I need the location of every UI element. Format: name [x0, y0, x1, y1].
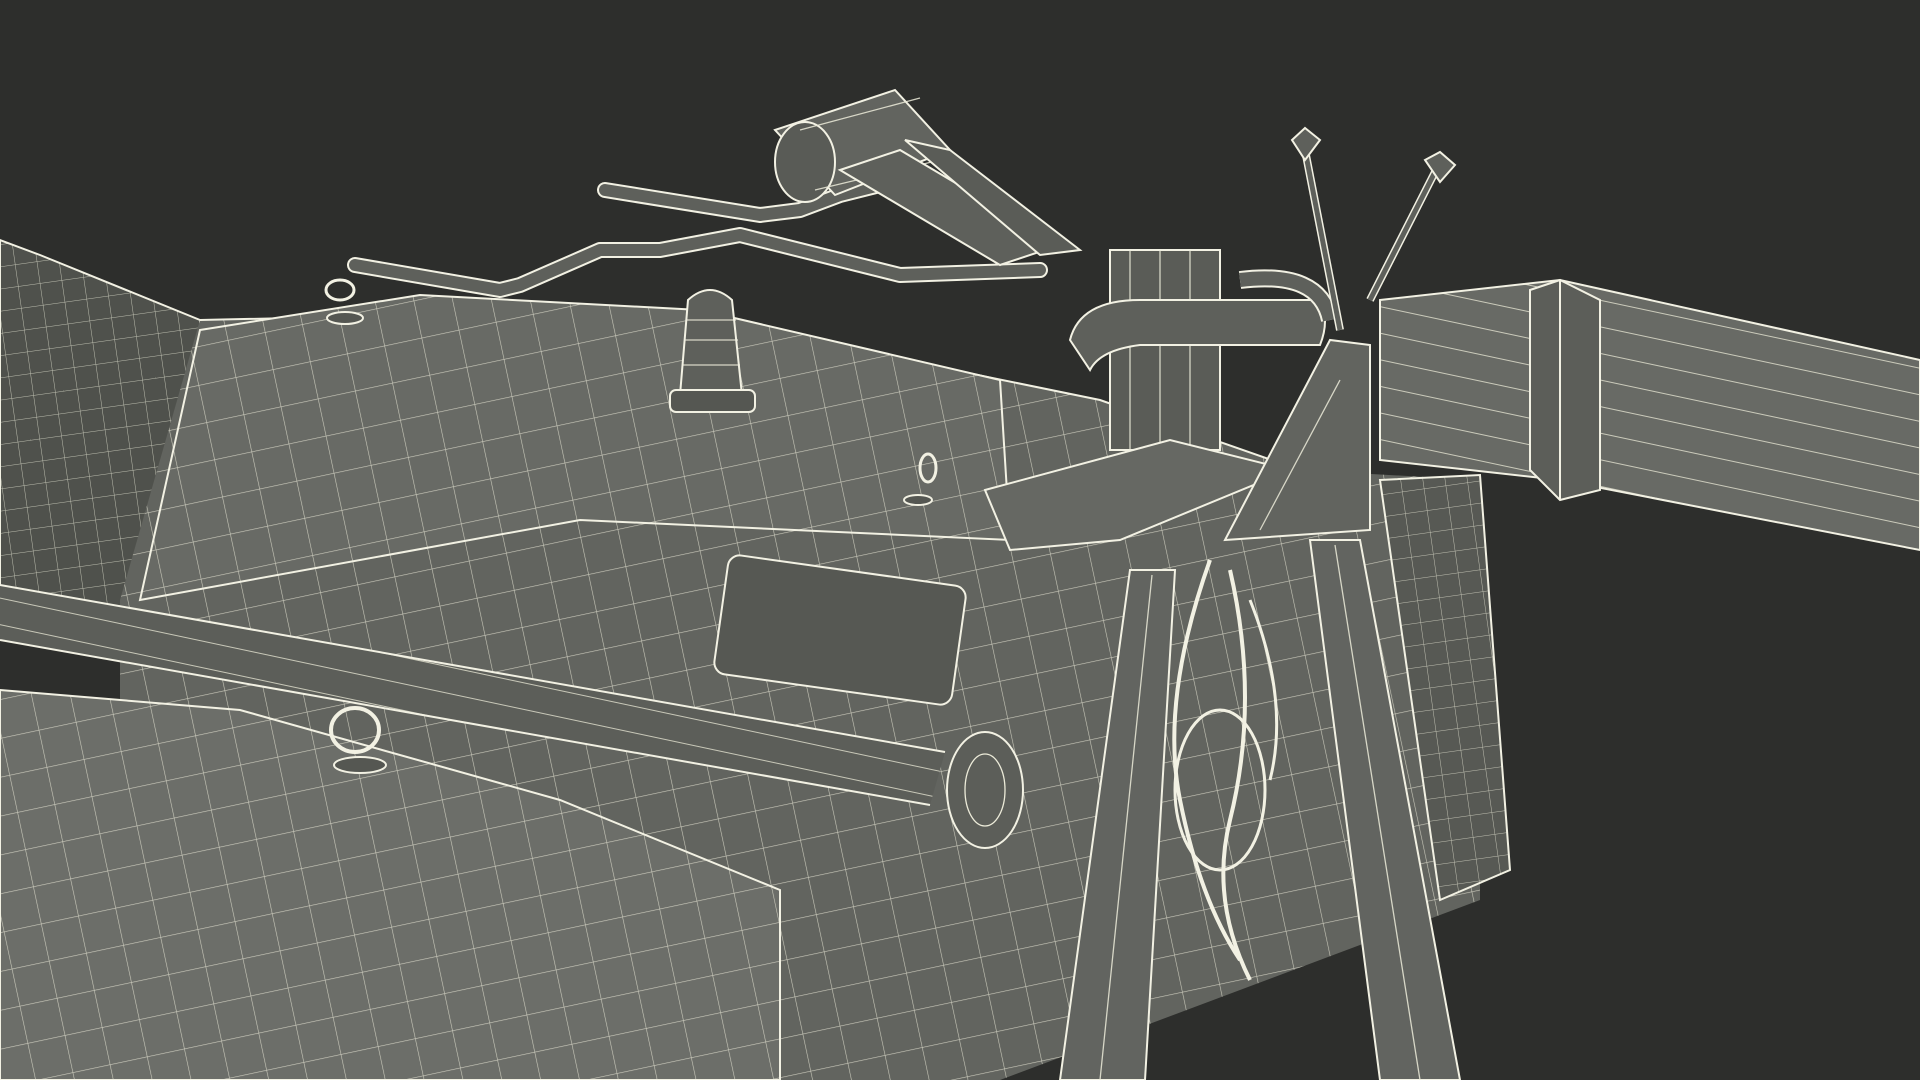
wireframe-render-viewport [0, 0, 1920, 1080]
